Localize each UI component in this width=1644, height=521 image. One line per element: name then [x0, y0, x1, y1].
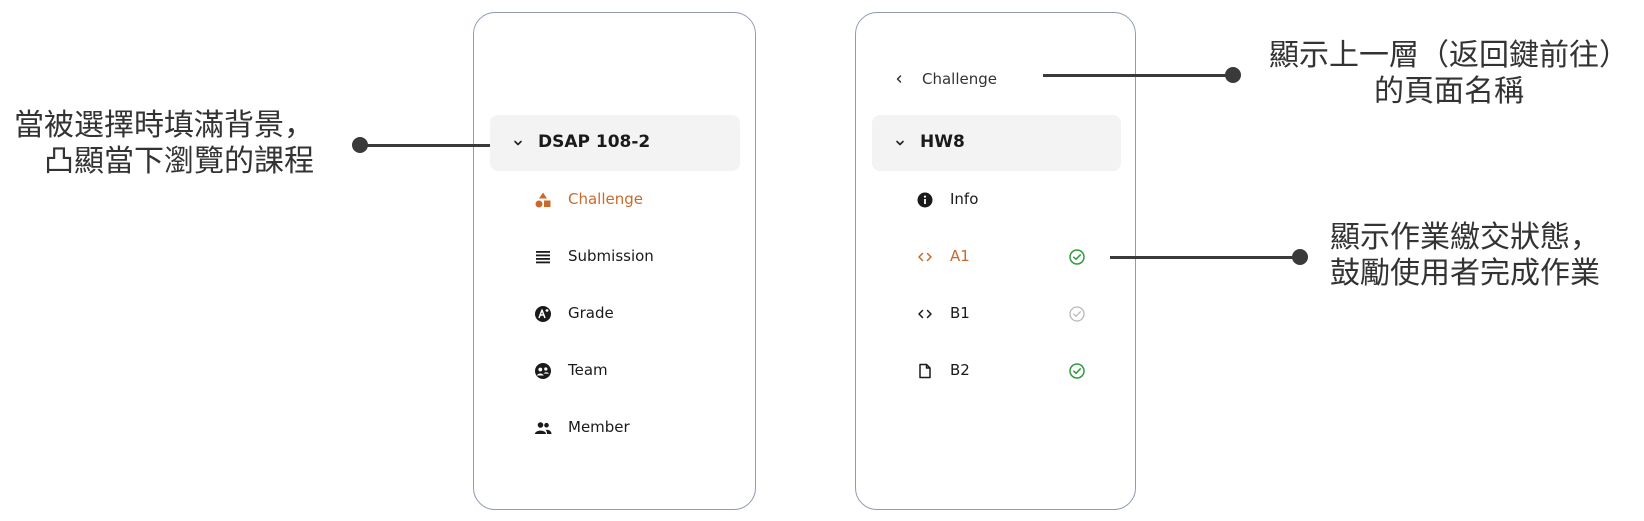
- menu-item-label: Team: [568, 361, 608, 379]
- menu-item-info[interactable]: Info: [916, 185, 1116, 215]
- menu-item-member[interactable]: Member: [534, 413, 734, 443]
- menu-item-b2[interactable]: B2: [916, 356, 1116, 386]
- menu-item-b1[interactable]: B1: [916, 299, 1116, 329]
- menu-item-label: B1: [950, 304, 970, 322]
- shapes-icon: [535, 192, 551, 208]
- check-circle-icon: [1069, 249, 1085, 265]
- menu-item-label: Challenge: [568, 190, 643, 208]
- annotation-selected-course: 當被選擇時填滿背景， 凸顯當下瀏覽的課程: [8, 108, 314, 180]
- connector-line-left: [360, 144, 490, 147]
- annotation-submission-status: 顯示作業繳交狀態， 鼓勵使用者完成作業: [1330, 220, 1600, 292]
- info-icon: [917, 192, 933, 208]
- menu-item-challenge[interactable]: Challenge: [534, 185, 734, 215]
- back-label: Challenge: [922, 70, 997, 88]
- annotation-line: 顯示上一層（返回鍵前往）: [1269, 38, 1629, 73]
- connector-line-bottom-right: [1110, 256, 1300, 259]
- back-button[interactable]: Challenge: [892, 65, 1092, 95]
- menu-item-label: B2: [950, 361, 970, 379]
- chevron-down-icon: [514, 140, 522, 146]
- check-circle-icon: [1069, 363, 1085, 379]
- menu-item-label: A1: [950, 247, 970, 265]
- course-header-selected[interactable]: DSAP 108-2: [490, 115, 740, 171]
- homework-header-selected[interactable]: HW8: [872, 115, 1121, 171]
- code-icon: [918, 309, 932, 319]
- menu-item-label: Submission: [568, 247, 654, 265]
- menu-item-team[interactable]: Team: [534, 356, 734, 386]
- annotation-line: 顯示作業繳交狀態，: [1330, 220, 1600, 255]
- chevron-left-icon: [896, 75, 902, 83]
- grade-icon: [535, 306, 551, 322]
- list-icon: [536, 251, 550, 264]
- menu-item-label: Member: [568, 418, 630, 436]
- chevron-down-icon: [896, 140, 904, 146]
- menu-item-grade[interactable]: Grade: [534, 299, 734, 329]
- course-menu-panel: DSAP 108-2 Challenge Submission Grade Te…: [473, 12, 756, 510]
- homework-title: HW8: [920, 132, 965, 152]
- team-icon: [535, 363, 551, 379]
- annotation-line: 當被選擇時填滿背景，: [14, 108, 314, 143]
- menu-item-label: Grade: [568, 304, 614, 322]
- menu-item-a1[interactable]: A1: [916, 242, 1116, 272]
- connector-dot-top-right: [1225, 67, 1241, 83]
- code-icon: [918, 252, 932, 262]
- check-circle-outline-icon: [1069, 306, 1085, 322]
- annotation-line: 的頁面名稱: [1374, 74, 1524, 109]
- course-title: DSAP 108-2: [538, 132, 651, 152]
- document-icon: [919, 363, 931, 379]
- menu-item-submission[interactable]: Submission: [534, 242, 734, 272]
- connector-dot-bottom-right: [1292, 249, 1308, 265]
- annotation-back-label: 顯示上一層（返回鍵前往） 的頁面名稱: [1258, 38, 1640, 110]
- menu-item-label: Info: [950, 190, 979, 208]
- people-icon: [535, 422, 552, 434]
- homework-menu-panel: Challenge HW8 Info A1 B1 B2: [855, 12, 1136, 510]
- annotation-line: 鼓勵使用者完成作業: [1330, 256, 1600, 291]
- annotation-line: 凸顯當下瀏覽的課程: [44, 144, 314, 179]
- connector-line-top-right: [1043, 74, 1233, 77]
